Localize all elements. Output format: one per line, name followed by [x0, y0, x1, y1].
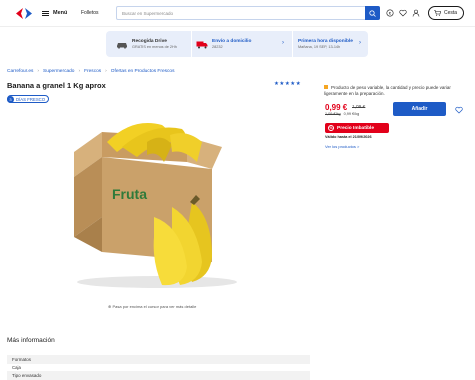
- add-to-cart-button[interactable]: Añadir: [393, 102, 446, 116]
- carrefour-logo-icon[interactable]: [16, 8, 32, 19]
- banner-item-slot[interactable]: Primera hora disponible Mañana, 19 SEP, 1…: [298, 31, 353, 57]
- menu-label: Menú: [53, 10, 68, 16]
- weight-notice: Producto de peso variable, la cantidad y…: [324, 85, 462, 96]
- zoom-icon: ⊕: [108, 304, 112, 309]
- banner-title: Recogida Drive: [132, 39, 167, 44]
- heart-icon[interactable]: [399, 9, 407, 17]
- unit-price-new: 0,99 €/kg: [343, 112, 360, 116]
- cart-icon: [434, 10, 441, 16]
- coupon-icon[interactable]: €: [386, 9, 394, 17]
- weight-notice-text: Producto de peso variable, la cantidad y…: [324, 85, 451, 96]
- site-header: Menú Folletos Buscar en Supermercado € C…: [0, 0, 475, 27]
- banner-subtitle: 28232: [212, 45, 223, 49]
- banner-title: Envío a domicilio: [212, 39, 252, 44]
- car-icon: [117, 42, 127, 49]
- zoom-hint: ⊕ Pasa por encima el cursor para ver más…: [108, 304, 196, 309]
- chevron-right-icon[interactable]: ›: [282, 40, 284, 46]
- product-image[interactable]: Fruta: [62, 117, 246, 295]
- user-icon[interactable]: [412, 9, 420, 17]
- promo-label: Precio Imbatible: [337, 125, 375, 131]
- old-price: 1,09 €: [352, 105, 366, 110]
- rating-stars[interactable]: ★★★★★: [274, 81, 301, 87]
- current-price: 0,99 €: [325, 103, 348, 112]
- banner-divider: [191, 31, 192, 57]
- promo-badge: % Precio Imbatible: [325, 123, 389, 133]
- breadcrumb-item[interactable]: Carrefour.es: [7, 69, 33, 74]
- truck-icon: [196, 41, 208, 48]
- breadcrumb-item[interactable]: Ofertas en Productos Frescos: [111, 69, 175, 74]
- more-info-table: Formatos Caja Tipo envasado: [7, 355, 310, 380]
- zoom-hint-text: Pasa por encima el cursor para ver más d…: [112, 304, 197, 309]
- see-products-link[interactable]: Ver los productos >: [325, 144, 359, 149]
- unit-price-old: 1,09 €/kg: [325, 112, 341, 116]
- more-info-title: Más información: [7, 337, 55, 344]
- breadcrumb-separator: ›: [78, 69, 81, 74]
- svg-text:€: €: [389, 11, 392, 16]
- banner-subtitle: GRATIS en menos de 2Hh: [132, 45, 177, 49]
- fresh-days-label: DÍAS FRESCO: [16, 96, 46, 102]
- delivery-banner: Recogida Drive GRATIS en menos de 2Hh Env…: [106, 31, 368, 57]
- banner-title: Primera hora disponible: [298, 39, 353, 44]
- fresh-days-number: 3: [7, 95, 14, 103]
- banner-divider: [292, 31, 293, 57]
- table-header: Formatos: [7, 355, 310, 364]
- breadcrumb-item[interactable]: Supermercado: [43, 69, 74, 74]
- product-title: Banana a granel 1 Kg aprox: [7, 81, 106, 90]
- banana-box-image: Fruta: [74, 123, 237, 288]
- cart-button[interactable]: Cesta: [428, 6, 464, 20]
- table-header: Tipo envasado: [7, 371, 310, 380]
- breadcrumb-separator: ›: [37, 69, 40, 74]
- folletos-link[interactable]: Folletos: [81, 10, 99, 16]
- banner-item-drive[interactable]: Recogida Drive GRATIS en menos de 2Hh: [116, 31, 177, 57]
- search-icon: [369, 9, 376, 17]
- search-input[interactable]: Buscar en Supermercado: [116, 6, 380, 20]
- hamburger-icon: [42, 10, 49, 16]
- menu-button[interactable]: Menú: [38, 6, 71, 20]
- favorite-heart-icon[interactable]: [455, 106, 463, 114]
- breadcrumb-item[interactable]: Frescos: [84, 69, 101, 74]
- percent-icon: %: [328, 125, 334, 131]
- cart-label: Cesta: [444, 10, 458, 16]
- breadcrumb-separator: ›: [105, 69, 107, 74]
- promo-valid-until: Válido hasta el 21/09/2026: [325, 135, 372, 139]
- search-button[interactable]: [365, 6, 380, 20]
- info-flag-icon: [324, 85, 328, 89]
- banner-item-delivery[interactable]: Envío a domicilio 28232: [196, 31, 251, 57]
- fresh-days-badge: 3 DÍAS FRESCO: [7, 95, 50, 103]
- banner-subtitle: Mañana, 19 SEP, 13-14h: [298, 45, 341, 49]
- chevron-right-icon[interactable]: ›: [359, 40, 361, 46]
- breadcrumb: Carrefour.es › Supermercado › Frescos › Ofe…: [7, 69, 174, 74]
- table-cell: Caja: [12, 365, 21, 370]
- unit-price: 1,09 €/kg 0,99 €/kg: [325, 112, 359, 116]
- box-text: Fruta: [112, 186, 147, 202]
